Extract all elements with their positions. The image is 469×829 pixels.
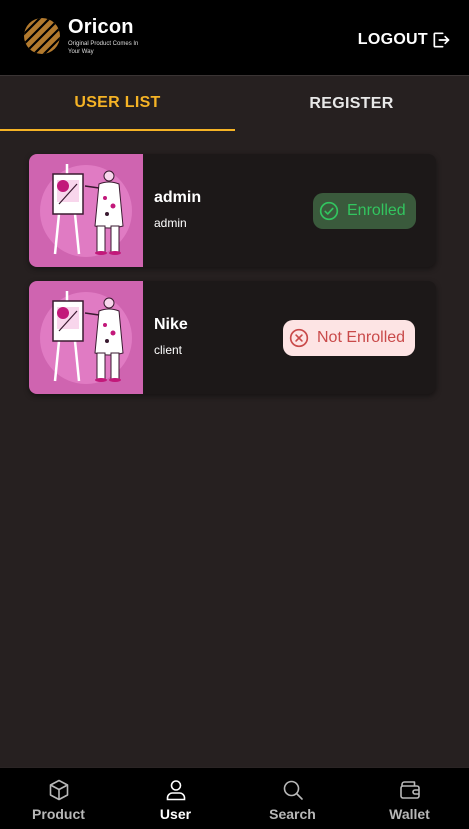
user-role: admin — [154, 216, 187, 230]
cube-icon — [49, 779, 68, 801]
nav-product[interactable]: Product — [0, 768, 117, 829]
user-role: client — [154, 343, 183, 357]
nav-search[interactable]: Search — [234, 768, 351, 829]
user-name: Nike — [154, 316, 188, 333]
user-icon — [166, 780, 185, 801]
nav-label: Wallet — [389, 806, 430, 822]
status-label: Not Enrolled — [317, 329, 406, 346]
brand-logo[interactable]: Oricon Original Product Comes In Your Wa… — [22, 16, 142, 60]
nav-wallet[interactable]: Wallet — [351, 768, 468, 829]
brand-tagline: Original Product Comes In Your Way — [68, 41, 139, 55]
artist-illustration-icon — [40, 164, 132, 257]
logout-button[interactable]: LOGOUT — [358, 28, 451, 52]
tab-bar: USER LIST REGISTER — [0, 77, 469, 131]
wallet-icon — [399, 781, 420, 799]
app-header: Oricon Original Product Comes In Your Wa… — [0, 0, 469, 76]
logout-icon — [433, 32, 450, 48]
nav-label: Product — [32, 806, 85, 822]
search-icon — [283, 780, 303, 800]
bottom-nav: Product User Search Wallet — [0, 767, 469, 829]
user-card[interactable]: Nike client Not Enrolled — [29, 281, 436, 394]
status-badge: Not Enrolled — [283, 320, 416, 356]
user-avatar — [29, 281, 143, 394]
user-avatar — [29, 154, 143, 267]
logout-label: LOGOUT — [357, 31, 428, 48]
artist-illustration-icon — [40, 291, 132, 384]
logo-mark-icon — [24, 18, 60, 54]
tab-user-list[interactable]: USER LIST — [0, 77, 235, 131]
status-label: Enrolled — [347, 202, 406, 219]
x-circle-icon — [289, 328, 309, 348]
nav-label: Search — [269, 806, 316, 822]
nav-label: User — [159, 806, 192, 822]
status-badge: Enrolled — [313, 193, 416, 229]
brand-name: Oricon — [68, 16, 134, 38]
tab-register[interactable]: REGISTER — [234, 77, 469, 131]
user-card[interactable]: admin admin Enrolled — [29, 154, 436, 267]
user-name: admin — [154, 189, 202, 206]
nav-user[interactable]: User — [117, 768, 234, 829]
check-circle-icon — [319, 201, 339, 221]
